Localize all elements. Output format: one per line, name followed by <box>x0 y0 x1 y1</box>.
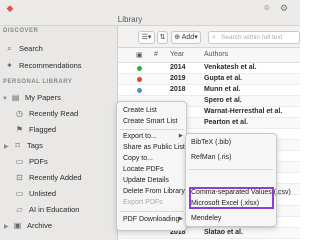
table-row[interactable]: 2018 Munn et al. <box>118 85 300 96</box>
column-authors[interactable]: Authors <box>204 51 228 58</box>
menu-item-create-smart-list[interactable]: Create Smart List <box>123 118 185 125</box>
menu-item-locate-pdfs[interactable]: Locate PDFs <box>123 166 185 173</box>
tag-icon: ⌑ <box>15 141 20 150</box>
sparkle-icon: ✦ <box>6 61 13 70</box>
section-discover: DISCOVER <box>3 28 39 34</box>
status-dot-icon <box>137 77 142 82</box>
section-personal-library: PERSONAL LIBRARY <box>3 79 73 85</box>
table-header: ▣ # Year Authors <box>118 48 300 63</box>
sidebar-item-recommendations[interactable]: ✦ Recommendations <box>4 59 81 73</box>
column-number[interactable]: # <box>154 51 158 58</box>
sidebar-item-recently-read[interactable]: ◷ Recently Read <box>14 107 78 121</box>
status-dot-icon <box>137 66 142 71</box>
export-mendeley[interactable]: Mendeley <box>191 215 221 222</box>
chevron-down-icon: ▾ <box>194 34 198 41</box>
sidebar-item-ai-in-education[interactable]: ▱ AI in Education <box>14 203 79 217</box>
menu-item-pdf-downloading[interactable]: PDF Downloading ▶ <box>123 216 185 223</box>
sidebar-item-unlisted[interactable]: ▭ Unlisted <box>14 187 56 201</box>
menu-divider <box>120 129 184 130</box>
document-icon: ▭ <box>15 157 24 166</box>
chevron-right-icon[interactable]: ▶ <box>4 140 12 154</box>
row-authors: Gupta et al. <box>204 75 243 82</box>
column-year[interactable]: Year <box>170 51 184 58</box>
menu-item-export-to[interactable]: Export to... ▶ <box>123 133 185 140</box>
sidebar-item-my-papers[interactable]: ▼ ▤ My Papers <box>2 91 61 105</box>
export-excel[interactable]: Microsoft Excel (.xlsx) <box>191 200 259 207</box>
view-options-button[interactable]: ☰▾ <box>138 31 155 44</box>
export-submenu: BibTeX (.bib) RefMan (.ris) Comma-separa… <box>185 133 291 227</box>
menu-divider <box>189 169 273 170</box>
row-authors: Warnat-Herresthal et al. <box>204 108 283 115</box>
row-authors: Pearton et al. <box>204 119 248 126</box>
menu-item-create-list[interactable]: Create List <box>123 107 185 114</box>
document-icon: ▭ <box>15 189 24 198</box>
chevron-right-icon: ▶ <box>178 216 183 222</box>
table-row[interactable]: 2019 Gupta et al. <box>118 74 300 85</box>
folder-icon: ▱ <box>16 205 23 214</box>
sidebar-item-archive[interactable]: ▶ ▣ Archive <box>4 219 52 233</box>
context-menu: Create List Create Smart List Export to.… <box>116 101 187 231</box>
export-csv[interactable]: Comma-separated Values (.csv) <box>191 189 291 196</box>
table-row[interactable]: 2014 Venkatesh et al. <box>118 63 300 74</box>
sidebar-item-flagged[interactable]: ⚑ Flagged <box>14 123 56 137</box>
sidebar-item-pdfs[interactable]: ▭ PDFs <box>14 155 48 169</box>
title-bar: ◆ Library ⌾ ⚙ <box>0 0 300 26</box>
chevron-right-icon[interactable]: ▶ <box>4 220 12 234</box>
library-icon: ▤ <box>11 93 20 102</box>
sidebar: DISCOVER ⌕ Search ✦ Recommendations PERSON… <box>0 26 118 240</box>
export-bibtex[interactable]: BibTeX (.bib) <box>191 139 231 146</box>
window-title: Library <box>117 15 143 24</box>
row-year: 2014 <box>170 64 186 71</box>
search-input[interactable]: ⌕ Search within full text <box>208 31 300 44</box>
sort-button[interactable]: ⇅ <box>157 31 168 44</box>
plus-icon: ⊕ <box>174 34 181 41</box>
sidebar-item-search[interactable]: ⌕ Search <box>4 42 43 56</box>
export-refman[interactable]: RefMan (.ris) <box>191 154 231 161</box>
status-dot-icon <box>137 88 142 93</box>
user-icon[interactable]: ⌾ <box>264 3 269 13</box>
chevron-down-icon[interactable]: ▼ <box>2 92 10 106</box>
toolbar: ☰▾ ⇅ ⊕ Add▾ ⌕ Search within full text <box>118 26 300 48</box>
menu-item-delete-from-library[interactable]: Delete From Library <box>123 188 185 195</box>
clock-icon: ◷ <box>16 109 23 118</box>
archive-icon: ▣ <box>13 221 22 230</box>
row-authors: Slatao et al. <box>204 229 243 236</box>
app-logo-icon: ◆ <box>6 3 14 13</box>
menu-item-export-pdfs: Export PDFs <box>123 199 163 206</box>
row-year: 2018 <box>170 86 186 93</box>
row-year: 2019 <box>170 75 186 82</box>
chevron-right-icon: ▶ <box>178 133 183 139</box>
flag-icon: ⚑ <box>15 125 24 134</box>
sidebar-item-recently-added[interactable]: ⊡ Recently Added <box>14 171 81 185</box>
search-icon: ⌕ <box>7 44 12 53</box>
column-status[interactable]: ▣ <box>136 51 143 59</box>
menu-item-share-public-list[interactable]: Share as Public List <box>123 144 185 151</box>
menu-item-copy-to[interactable]: Copy to... <box>123 155 185 162</box>
row-authors: Venkatesh et al. <box>204 64 257 71</box>
settings-icon[interactable]: ⚙ <box>280 3 288 13</box>
add-button[interactable]: ⊕ Add▾ <box>171 31 201 44</box>
inbox-icon: ⊡ <box>16 173 23 182</box>
sidebar-item-tags[interactable]: ▶ ⌑ Tags <box>4 139 43 153</box>
menu-divider <box>120 211 184 212</box>
row-authors: Munn et al. <box>204 86 241 93</box>
search-icon: ⌕ <box>212 34 216 41</box>
row-authors: Spero et al. <box>204 97 242 104</box>
menu-item-update-details[interactable]: Update Details <box>123 177 185 184</box>
